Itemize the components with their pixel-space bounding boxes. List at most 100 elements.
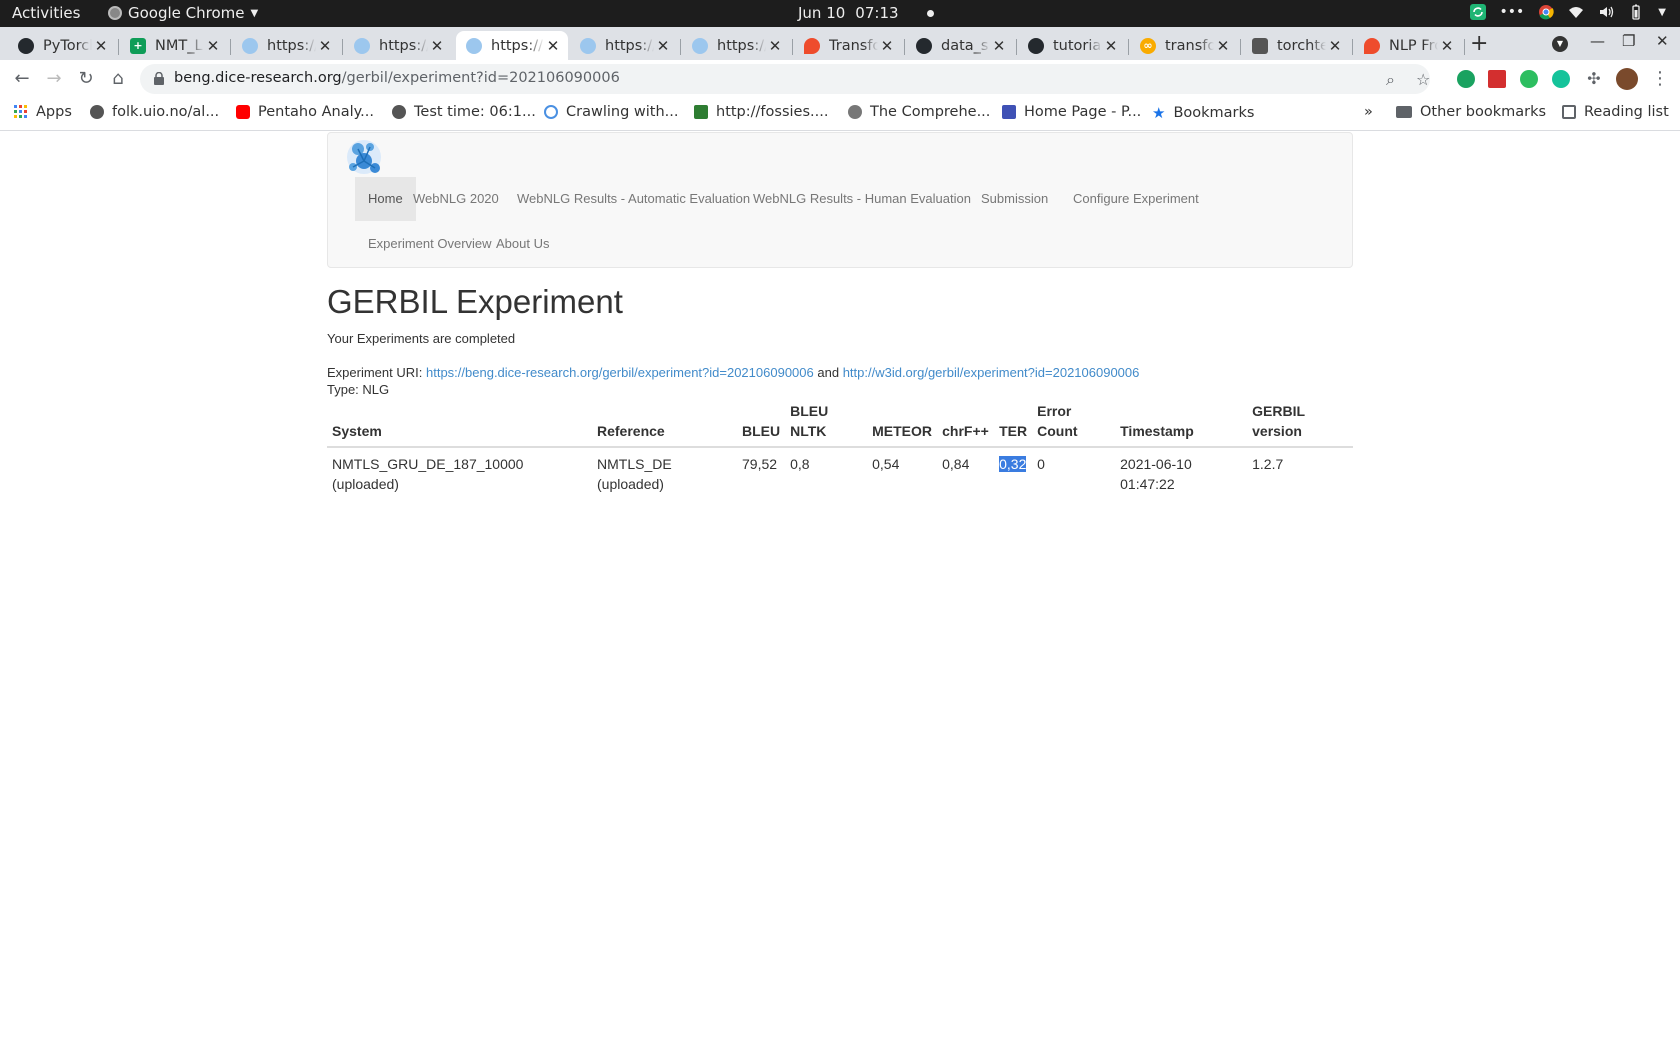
bookmarks-bar: Apps folk.uio.no/al... Pentaho Analy... … [0,98,1680,131]
restore-icon[interactable]: ❐ [1622,32,1635,50]
close-window-icon[interactable]: ✕ [1656,32,1669,50]
browser-tab-active[interactable]: https://✕ [456,31,568,60]
forward-arrow-icon[interactable]: → [42,67,66,91]
experiment-uri-link-1[interactable]: https://beng.dice-research.org/gerbil/ex… [426,365,814,380]
bookmark-pentaho[interactable]: Pentaho Analy... [236,104,374,120]
gerbil-icon [466,37,482,54]
url-text[interactable]: beng.dice-research.org/gerbil/experiment… [174,70,620,86]
grammarly-icon[interactable] [1552,70,1570,88]
close-tab-icon[interactable]: ✕ [1438,37,1456,55]
col-header-chrf: chrF++ [937,401,995,448]
cell-line: NMTLS_DE [597,456,672,472]
bookmarks-overflow-icon[interactable]: » [1364,104,1373,120]
bookmark-bookmarks[interactable]: ★ Bookmarks [1152,104,1254,122]
reading-list[interactable]: Reading list [1562,104,1669,120]
clock-date: Jun 10 [798,4,846,22]
browser-tab[interactable]: tutorial ✕ [1018,31,1126,60]
nav-webnlg-2020[interactable]: WebNLG 2020 [400,177,512,221]
close-tab-icon[interactable]: ✕ [544,37,562,55]
browser-tab[interactable]: https://✕ [344,31,452,60]
bookmark-label: Bookmarks [1173,105,1255,121]
reading-list-label: Reading list [1584,104,1669,120]
bookmark-apps[interactable]: Apps [14,104,72,120]
experiment-uri-line: Experiment URI: https://beng.dice-resear… [327,365,1139,380]
gerbil-logo[interactable] [342,135,386,179]
close-tab-icon[interactable]: ✕ [428,37,446,55]
more-dots-icon[interactable]: ••• [1500,4,1525,20]
tab-separator [1464,39,1465,55]
nav-configure-experiment[interactable]: Configure Experiment [1060,177,1212,221]
close-tab-icon[interactable]: ✕ [92,37,110,55]
tab-title: transformer [1165,37,1214,54]
tab-search-icon[interactable]: ▼ [1552,36,1568,52]
tab-strip: PyTorch✕ +NMT_L✕ https://✕ https://✕ htt… [0,27,1680,60]
bookmark-comprehensive[interactable]: The Comprehe... [848,104,990,120]
close-tab-icon[interactable]: ✕ [1102,37,1120,55]
nav-automatic-evaluation[interactable]: WebNLG Results - Automatic Evaluation [504,177,763,221]
browser-tab[interactable]: https://✕ [682,31,790,60]
evernote-icon[interactable] [1520,70,1538,88]
nav-human-evaluation[interactable]: WebNLG Results - Human Evaluation [740,177,984,221]
reload-icon[interactable]: ↻ [74,67,98,91]
address-bar[interactable]: beng.dice-research.org/gerbil/experiment… [140,64,1430,94]
new-tab-button[interactable]: + [1470,31,1488,56]
extensions-puzzle-icon[interactable]: ✣ [1582,67,1606,91]
browser-tab[interactable]: https://✕ [570,31,678,60]
bookmark-star-icon[interactable]: ☆ [1416,70,1430,89]
page-content: Home WebNLG 2020 WebNLG Results - Automa… [0,131,1680,1050]
close-tab-icon[interactable]: ✕ [204,37,222,55]
bookmark-crawling[interactable]: Crawling with... [544,104,678,120]
power-menu-caret-icon[interactable]: ▼ [1658,7,1666,18]
extension-red-icon[interactable] [1488,70,1506,88]
col-header-reference: Reference [592,401,737,448]
close-tab-icon[interactable]: ✕ [990,37,1008,55]
close-tab-icon[interactable]: ✕ [1326,37,1344,55]
kebab-menu-icon[interactable]: ⋮ [1648,67,1672,91]
close-tab-icon[interactable]: ✕ [654,37,672,55]
col-header-bleu: BLEU [737,401,786,448]
close-tab-icon[interactable]: ✕ [766,37,784,55]
browser-tab[interactable]: Transformer✕ [794,31,902,60]
browser-tab[interactable]: ∞ transformer✕ [1130,31,1238,60]
cell-ter: 0,32 [994,447,1032,500]
browser-tab[interactable]: torchtext✕ [1242,31,1350,60]
tab-title: https:// [491,37,543,54]
chrome-tray-icon[interactable] [1538,4,1554,20]
profile-avatar[interactable] [1616,68,1638,90]
wifi-icon[interactable] [1568,4,1584,20]
extension-green-chat-icon[interactable] [1457,70,1475,88]
system-tray[interactable]: ••• ▼ [1469,4,1666,20]
tab-title: https:// [717,37,766,54]
battery-icon[interactable] [1628,4,1644,20]
browser-tab[interactable]: PyTorch✕ [8,31,116,60]
lock-icon[interactable] [154,72,164,85]
experiment-uri-link-2[interactable]: http://w3id.org/gerbil/experiment?id=202… [843,365,1140,380]
browser-tab[interactable]: https://✕ [232,31,340,60]
browser-tab[interactable]: + NMT_L ✕ [120,31,228,60]
close-tab-icon[interactable]: ✕ [316,37,334,55]
bookmark-test-time[interactable]: Test time: 06:1... [392,104,536,120]
browser-tab[interactable]: data_s ✕ [906,31,1014,60]
app-menu[interactable]: Google Chrome ▼ [108,4,258,22]
page-title: GERBIL Experiment [327,283,623,320]
clock[interactable]: Jun 10 07:13 [798,4,934,22]
close-tab-icon[interactable]: ✕ [1214,37,1232,55]
activities-button[interactable]: Activities [12,4,80,22]
volume-icon[interactable] [1598,4,1614,20]
home-icon[interactable]: ⌂ [106,67,130,91]
sync-icon[interactable] [1469,4,1486,20]
bookmark-folk-uio[interactable]: folk.uio.no/al... [90,104,219,120]
minimize-icon[interactable]: — [1590,32,1605,50]
bookmark-fossies[interactable]: http://fossies.... [694,104,828,120]
close-tab-icon[interactable]: ✕ [878,37,896,55]
back-arrow-icon[interactable]: ← [10,67,34,91]
pytorch-icon [1364,37,1380,54]
browser-tab[interactable]: NLP From✕ [1354,31,1462,60]
other-bookmarks-folder[interactable]: Other bookmarks [1396,104,1546,120]
bookmark-home-page[interactable]: Home Page - P... [1002,104,1141,120]
spiral-icon [544,105,558,119]
tab-title: https:// [379,37,428,54]
zoom-icon[interactable]: ⌕ [1386,70,1395,90]
nav-about-us[interactable]: About Us [483,222,562,266]
nav-submission[interactable]: Submission [968,177,1061,221]
